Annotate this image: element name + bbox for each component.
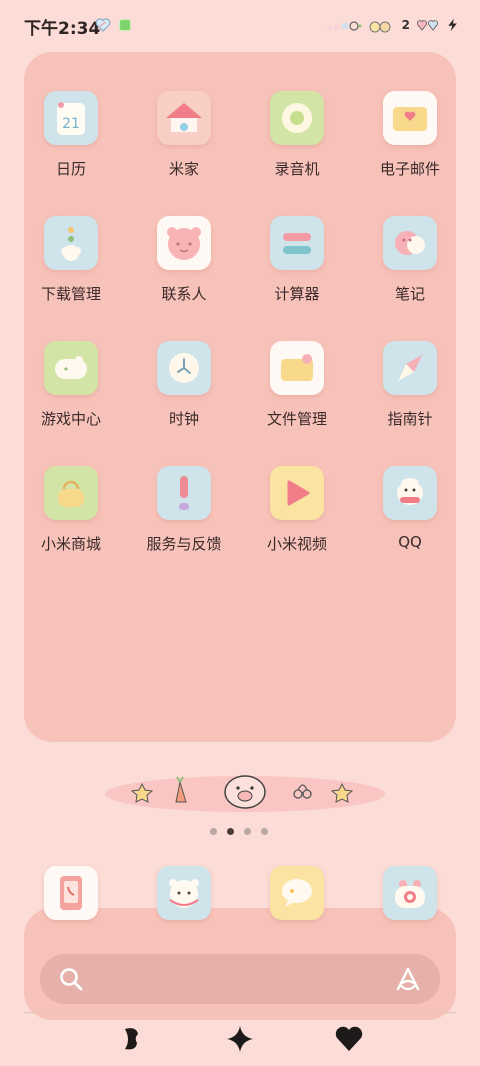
- charging-bolt-icon: [448, 18, 457, 32]
- app-label: 下载管理: [40, 285, 101, 303]
- app-clock[interactable]: 时钟: [129, 341, 239, 451]
- navigation-bar: [0, 1012, 480, 1066]
- mail-icon: [383, 91, 437, 145]
- search-icon[interactable]: [58, 966, 84, 992]
- camera-icon: [395, 880, 425, 908]
- app-label: 日历: [55, 160, 86, 178]
- status-time: 下午2:34: [24, 19, 101, 39]
- contacts-icon: [157, 216, 211, 270]
- app-downloads[interactable]: 下载管理: [16, 216, 126, 326]
- file-manager-icon: [270, 341, 324, 395]
- compass-icon: [383, 341, 437, 395]
- app-label: 米家: [168, 160, 199, 178]
- app-game-center[interactable]: 游戏中心: [16, 341, 126, 451]
- app-label: 文件管理: [266, 410, 327, 428]
- app-service-feedback[interactable]: 服务与反馈: [129, 466, 239, 576]
- app-mi-store[interactable]: 小米商城: [16, 466, 126, 576]
- feedback-icon: [157, 466, 211, 520]
- recents-heart-icon[interactable]: [334, 1024, 364, 1054]
- calendar-date: 21: [62, 116, 80, 132]
- app-notes[interactable]: 笔记: [355, 216, 465, 326]
- app-label: 小米视频: [266, 535, 327, 553]
- app-recorder[interactable]: 录音机: [242, 91, 352, 201]
- app-label: 指南针: [387, 410, 433, 428]
- wifi-hearts-icon: [369, 21, 391, 33]
- shop-bag-icon: [44, 466, 98, 520]
- page-dot: [244, 828, 251, 835]
- battery-hearts-icon: [416, 20, 439, 31]
- app-calculator[interactable]: 计算器: [242, 216, 352, 326]
- page-dot: [261, 828, 268, 835]
- qq-icon: [383, 466, 437, 520]
- page-dot: [210, 828, 217, 835]
- app-calendar[interactable]: 21 日历: [16, 91, 126, 201]
- video-play-icon: [270, 466, 324, 520]
- app-label: 服务与反馈: [146, 535, 222, 553]
- nav-divider: [24, 1012, 456, 1013]
- calculator-icon: [270, 216, 324, 270]
- home-star-icon[interactable]: [225, 1024, 255, 1054]
- page-indicator: [210, 828, 268, 835]
- dock-phone[interactable]: [44, 866, 98, 920]
- app-label: 计算器: [274, 285, 320, 303]
- voice-assistant-icon[interactable]: [394, 966, 422, 994]
- download-icon: [44, 216, 98, 270]
- heart-sticker-icon: [95, 18, 111, 32]
- calendar-icon: 21: [44, 91, 98, 145]
- app-mi-video[interactable]: 小米视频: [242, 466, 352, 576]
- back-icon[interactable]: [116, 1024, 146, 1054]
- app-file-manager[interactable]: 文件管理: [242, 341, 352, 451]
- status-bar: 下午2:34 2: [0, 0, 480, 50]
- app-label: 小米商城: [40, 535, 101, 553]
- app-label: QQ: [398, 533, 422, 551]
- app-email[interactable]: 电子邮件: [355, 91, 465, 201]
- phone-icon: [60, 876, 82, 910]
- chat-bubble-icon: [282, 879, 312, 907]
- cat-icon: [169, 879, 199, 908]
- app-label: 录音机: [274, 160, 320, 178]
- status-right-group: 2: [326, 14, 460, 36]
- notification-count: 2: [401, 18, 410, 32]
- page-dot-active: [227, 828, 234, 835]
- clock-icon: [157, 341, 211, 395]
- app-label: 联系人: [161, 285, 207, 303]
- search-bar[interactable]: [40, 954, 440, 1004]
- app-compass[interactable]: 指南针: [355, 341, 465, 451]
- dock-messages[interactable]: [270, 866, 324, 920]
- cute-pig-decoration: [105, 775, 385, 812]
- app-label: 电子邮件: [379, 160, 440, 178]
- recorder-icon: [270, 91, 324, 145]
- app-label: 游戏中心: [40, 410, 101, 428]
- app-label: 时钟: [168, 410, 199, 428]
- app-contacts[interactable]: 联系人: [129, 216, 239, 326]
- home-icon: [157, 91, 211, 145]
- app-mijia[interactable]: 米家: [129, 91, 239, 201]
- app-label: 笔记: [394, 285, 425, 303]
- notes-icon: [383, 216, 437, 270]
- dock-camera[interactable]: [383, 866, 437, 920]
- app-qq[interactable]: QQ: [355, 466, 465, 576]
- game-center-icon: [44, 341, 98, 395]
- app-notification-dot: [119, 19, 131, 31]
- signal-hearts-icon: [327, 21, 362, 31]
- dock-cat-app[interactable]: [157, 866, 211, 920]
